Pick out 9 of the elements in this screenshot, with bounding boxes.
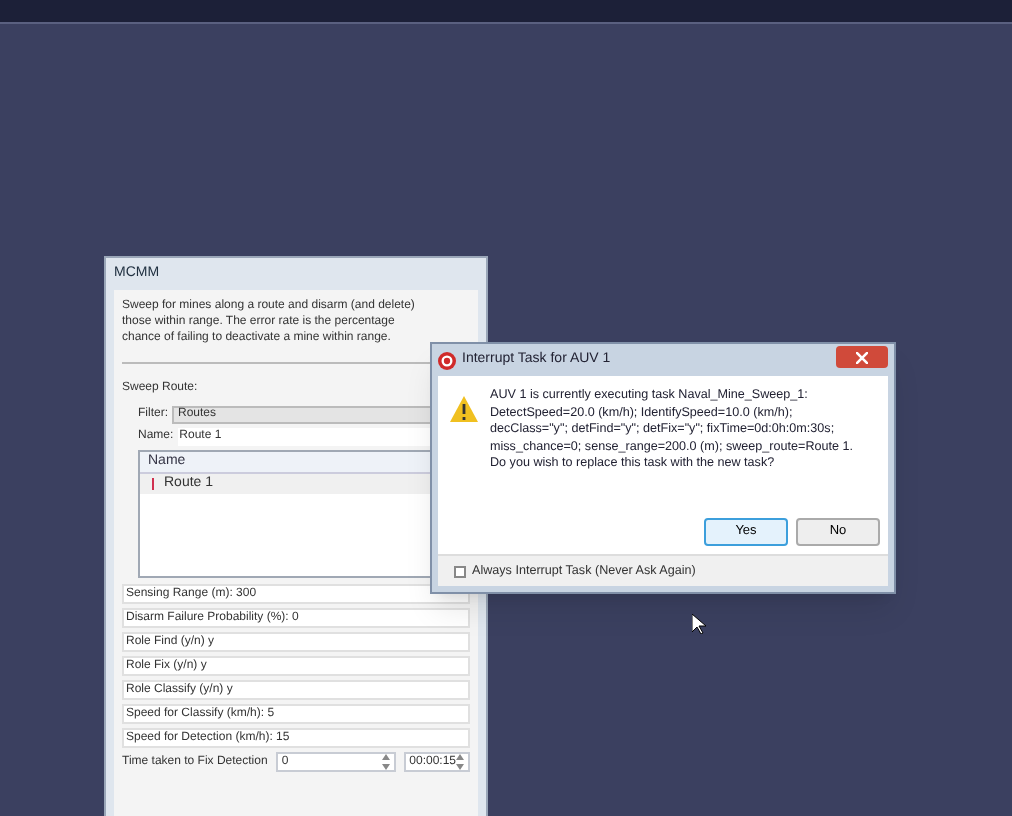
warning-icon [450, 396, 478, 422]
spinner-icon[interactable] [381, 754, 390, 770]
close-icon [856, 351, 868, 363]
checkbox[interactable] [454, 565, 466, 577]
close-button[interactable] [836, 346, 888, 368]
cursor-icon [692, 614, 706, 634]
app-icon [438, 351, 456, 369]
spinner-icon[interactable] [456, 754, 464, 770]
route-marker-icon [152, 478, 154, 490]
